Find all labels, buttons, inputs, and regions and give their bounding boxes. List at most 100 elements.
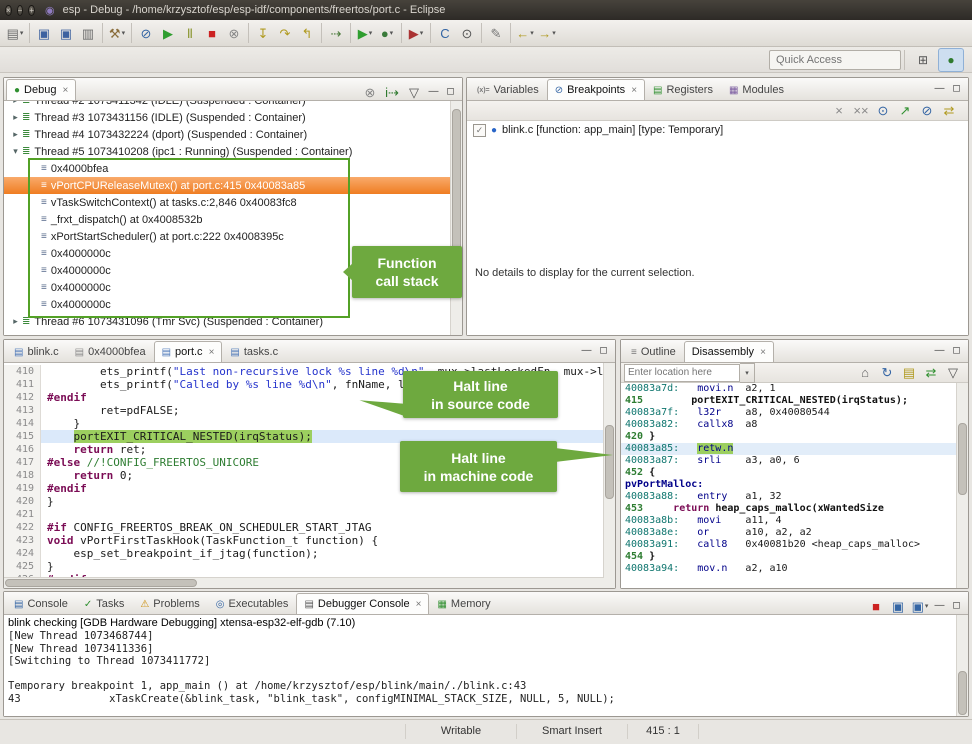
expander-icon[interactable]: ▾ [10, 146, 21, 157]
tab-debug[interactable]: ●Debug× [6, 79, 76, 100]
back-icon[interactable]: ←▾ [515, 22, 535, 44]
sync-active-context-icon[interactable]: ⇄ [921, 362, 941, 384]
tab-console[interactable]: ▤Console [6, 593, 76, 614]
code-line[interactable]: 421 [4, 508, 615, 521]
disasm-view-menu-icon[interactable]: ▽ [943, 362, 963, 384]
close-icon[interactable]: × [631, 85, 637, 96]
save-icon[interactable]: ▣ [34, 22, 54, 44]
tab-0x4000bfea[interactable]: ▤0x4000bfea [67, 341, 154, 362]
disassembly-scrollbar[interactable] [956, 383, 968, 588]
debug-thread-row[interactable]: ▸≣Thread #6 1073431096 (Tmr Svc) (Suspen… [4, 313, 462, 330]
location-input[interactable] [624, 364, 740, 382]
code-line[interactable]: 425} [4, 560, 615, 573]
tab-executables[interactable]: ◎Executables [208, 593, 297, 614]
scrollbar-thumb[interactable] [5, 579, 197, 587]
disassembly-line[interactable]: 40083a7d: movi.n a2, 1 [621, 383, 968, 395]
step-into-icon[interactable]: ↧ [253, 22, 273, 44]
minimize-icon[interactable]: — [932, 599, 947, 614]
code-line[interactable]: 424 esp_set_breakpoint_if_jtag(function)… [4, 547, 615, 560]
tab-problems[interactable]: ⚠Problems [132, 593, 207, 614]
disassembly-line[interactable]: 415 portEXIT_CRITICAL_NESTED(irqStatus); [621, 395, 968, 407]
disassembly-line[interactable]: 452 { [621, 467, 968, 479]
tab-blink-c[interactable]: ▤blink.c [6, 341, 67, 362]
debug-scrollbar[interactable] [450, 101, 462, 335]
resume-icon[interactable]: ▶ [158, 22, 178, 44]
scrollbar-thumb[interactable] [452, 109, 461, 261]
display-selected-console-icon[interactable]: ▣ [888, 595, 908, 617]
terminate-icon[interactable]: ■ [202, 22, 222, 44]
debug-thread-row[interactable]: ▸≣Thread #2 1073411342 (IDLE) (Suspended… [4, 101, 462, 109]
stack-frame-row[interactable]: ≡vTaskSwitchContext() at tasks.c:2,846 0… [4, 194, 462, 211]
new-wizard-icon[interactable]: ▤▾ [5, 22, 25, 44]
code-line[interactable]: 423void vPortFirstTaskHook(TaskFunction_… [4, 534, 615, 547]
view-menu-icon[interactable]: ▽ [404, 81, 424, 103]
code-line[interactable]: 420} [4, 495, 615, 508]
debug-perspective-icon[interactable]: ● [938, 48, 964, 72]
tab-breakpoints[interactable]: ⊘Breakpoints× [547, 79, 645, 100]
disassembly-line[interactable]: 40083a8b: movi a11, 4 [621, 515, 968, 527]
open-console-icon[interactable]: ▣▾ [910, 595, 930, 617]
editor-scrollbar[interactable] [603, 363, 615, 588]
debug-thread-row[interactable]: ▾≣Thread #5 1073410208 (ipc1 : Running) … [4, 143, 462, 160]
stack-frame-row[interactable]: ≡0x4000bfea [4, 160, 462, 177]
refresh-icon[interactable]: ↻ [877, 362, 897, 384]
debug-thread-row[interactable]: ▸≣Thread #3 1073431156 (IDLE) (Suspended… [4, 109, 462, 126]
disassembly-line[interactable]: 453 return heap_caps_malloc(xWantedSize [621, 503, 968, 515]
maximize-icon[interactable]: ◻ [443, 85, 458, 100]
minimize-button[interactable]: − [17, 5, 24, 16]
minimize-icon[interactable]: — [426, 85, 441, 100]
console-content[interactable]: blink checking [GDB Hardware Debugging] … [4, 615, 968, 716]
close-icon[interactable]: × [209, 347, 215, 358]
suspend-icon[interactable]: Ⅱ [180, 22, 200, 44]
minimize-icon[interactable]: — [932, 343, 947, 358]
expander-icon[interactable]: ▸ [10, 129, 21, 140]
show-source-icon[interactable]: ▤ [899, 362, 919, 384]
save-all-icon[interactable]: ▣ [56, 22, 76, 44]
tab-tasks[interactable]: ✓Tasks [76, 593, 133, 614]
debug-icon[interactable]: ●▾ [377, 22, 397, 44]
stack-frame-row[interactable]: ≡_frxt_dispatch() at 0x4008532b [4, 211, 462, 228]
go-to-file-for-breakpoint-icon[interactable]: ↗ [895, 100, 915, 122]
run-icon[interactable]: ▶▾ [355, 22, 375, 44]
location-dropdown-icon[interactable]: ▾ [740, 363, 755, 383]
disassembly-line[interactable]: pvPortMalloc: [621, 479, 968, 491]
expander-icon[interactable]: ▸ [10, 112, 21, 123]
disassembly-line[interactable]: 40083a94: mov.n a2, a10 [621, 563, 968, 575]
mark-occurrences-icon[interactable]: ✎ [486, 22, 506, 44]
disconnect-icon[interactable]: ⊗ [224, 22, 244, 44]
show-breakpoints-supported-icon[interactable]: ⊙ [873, 100, 893, 122]
external-tools-icon[interactable]: ▶▾ [406, 22, 426, 44]
search-icon[interactable]: ⊙ [457, 22, 477, 44]
tab-debugger-console[interactable]: ▤Debugger Console× [296, 593, 429, 614]
expander-icon[interactable]: ▸ [10, 101, 21, 106]
maximize-icon[interactable]: ◻ [596, 343, 611, 358]
tab-outline[interactable]: ≡Outline [623, 341, 684, 362]
tab-port-c[interactable]: ▤port.c× [154, 341, 223, 362]
breakpoint-checkbox[interactable]: ✓ [473, 124, 486, 137]
disassembly-line[interactable]: 40083a8e: or a10, a2, a2 [621, 527, 968, 539]
close-icon[interactable]: × [62, 85, 68, 96]
disassembly-line[interactable]: 420 } [621, 431, 968, 443]
remove-all-breakpoints-icon[interactable]: ×× [851, 100, 871, 122]
stack-frame-row[interactable]: ≡0x4000000c [4, 296, 462, 313]
disassembly-line[interactable]: 40083a7f: l32r a8, 0x40080544 [621, 407, 968, 419]
code-line[interactable]: 422#if CONFIG_FREERTOS_BREAK_ON_SCHEDULE… [4, 521, 615, 534]
debug-thread-row[interactable]: ▸≣Thread #4 1073432224 (dport) (Suspende… [4, 126, 462, 143]
disassembly-line[interactable]: 454 } [621, 551, 968, 563]
link-with-debug-view-icon[interactable]: ⇄ [939, 100, 959, 122]
disassembly-line[interactable]: 40083a85: retw.n [621, 443, 968, 455]
tab-memory[interactable]: ▦Memory [429, 593, 498, 614]
skip-all-breakpoints-icon[interactable]: ⊘ [136, 22, 156, 44]
disassembly-line[interactable]: 40083a82: callx8 a8 [621, 419, 968, 431]
step-return-icon[interactable]: ↰ [297, 22, 317, 44]
terminate-console-icon[interactable]: ■ [866, 595, 886, 617]
instruction-stepping-mode-icon[interactable]: i⇢ [382, 81, 402, 103]
scrollbar-thumb[interactable] [605, 425, 614, 499]
minimize-icon[interactable]: — [932, 81, 947, 96]
editor-hscrollbar[interactable] [4, 577, 604, 588]
home-icon[interactable]: ⌂ [855, 362, 875, 384]
new-c-project-icon[interactable]: C [435, 22, 455, 44]
tab-modules[interactable]: ▦Modules [721, 79, 792, 100]
instruction-stepping-icon[interactable]: ⇢ [326, 22, 346, 44]
quick-access-input[interactable] [769, 50, 901, 70]
